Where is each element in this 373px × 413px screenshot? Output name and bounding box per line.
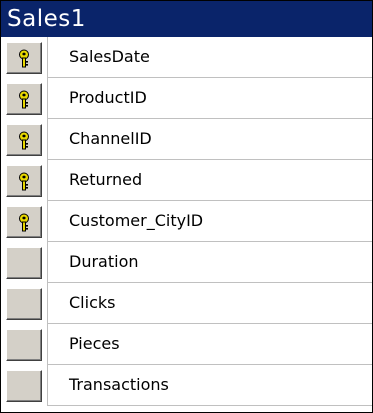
key-icon (19, 90, 29, 109)
row-selector[interactable] (6, 42, 42, 74)
field-cell[interactable]: Transactions (47, 365, 372, 406)
field-name: Returned (69, 170, 143, 189)
field-row[interactable]: SalesDate (1, 37, 372, 78)
field-name: ProductID (69, 88, 147, 107)
field-row[interactable]: Duration (1, 242, 372, 283)
field-cell[interactable]: Customer_CityID (47, 201, 372, 242)
field-list: SalesDate ProductID ChannelID Returned C… (1, 37, 372, 412)
field-row[interactable]: Pieces (1, 324, 372, 365)
row-selector[interactable] (6, 288, 42, 320)
row-selector[interactable] (6, 247, 42, 279)
row-selector[interactable] (6, 206, 42, 238)
field-name: Customer_CityID (69, 211, 204, 230)
field-cell[interactable]: Duration (47, 242, 372, 283)
table-title[interactable]: Sales1 (1, 1, 372, 37)
row-selector[interactable] (6, 165, 42, 197)
table-diagram[interactable]: Sales1 SalesDate ProductID ChannelID Ret… (0, 0, 373, 413)
field-row[interactable]: Transactions (1, 365, 372, 406)
row-selector[interactable] (6, 370, 42, 402)
field-cell[interactable]: SalesDate (47, 37, 372, 78)
row-selector[interactable] (6, 329, 42, 361)
field-name: SalesDate (69, 47, 150, 66)
field-name: ChannelID (69, 129, 152, 148)
field-row[interactable]: Customer_CityID (1, 201, 372, 242)
field-row[interactable]: Returned (1, 160, 372, 201)
key-icon (19, 172, 29, 191)
field-cell[interactable]: ChannelID (47, 119, 372, 160)
field-cell[interactable]: ProductID (47, 78, 372, 119)
key-icon (19, 49, 29, 68)
key-icon (19, 213, 29, 232)
field-cell[interactable]: Pieces (47, 324, 372, 365)
key-icon (19, 131, 29, 150)
field-row[interactable]: ChannelID (1, 119, 372, 160)
row-selector[interactable] (6, 83, 42, 115)
row-selector[interactable] (6, 124, 42, 156)
field-name: Duration (69, 252, 139, 271)
field-row[interactable]: Clicks (1, 283, 372, 324)
field-cell[interactable]: Returned (47, 160, 372, 201)
field-name: Pieces (69, 334, 120, 353)
field-name: Transactions (69, 375, 169, 394)
field-row[interactable]: ProductID (1, 78, 372, 119)
field-cell[interactable]: Clicks (47, 283, 372, 324)
field-name: Clicks (69, 293, 116, 312)
